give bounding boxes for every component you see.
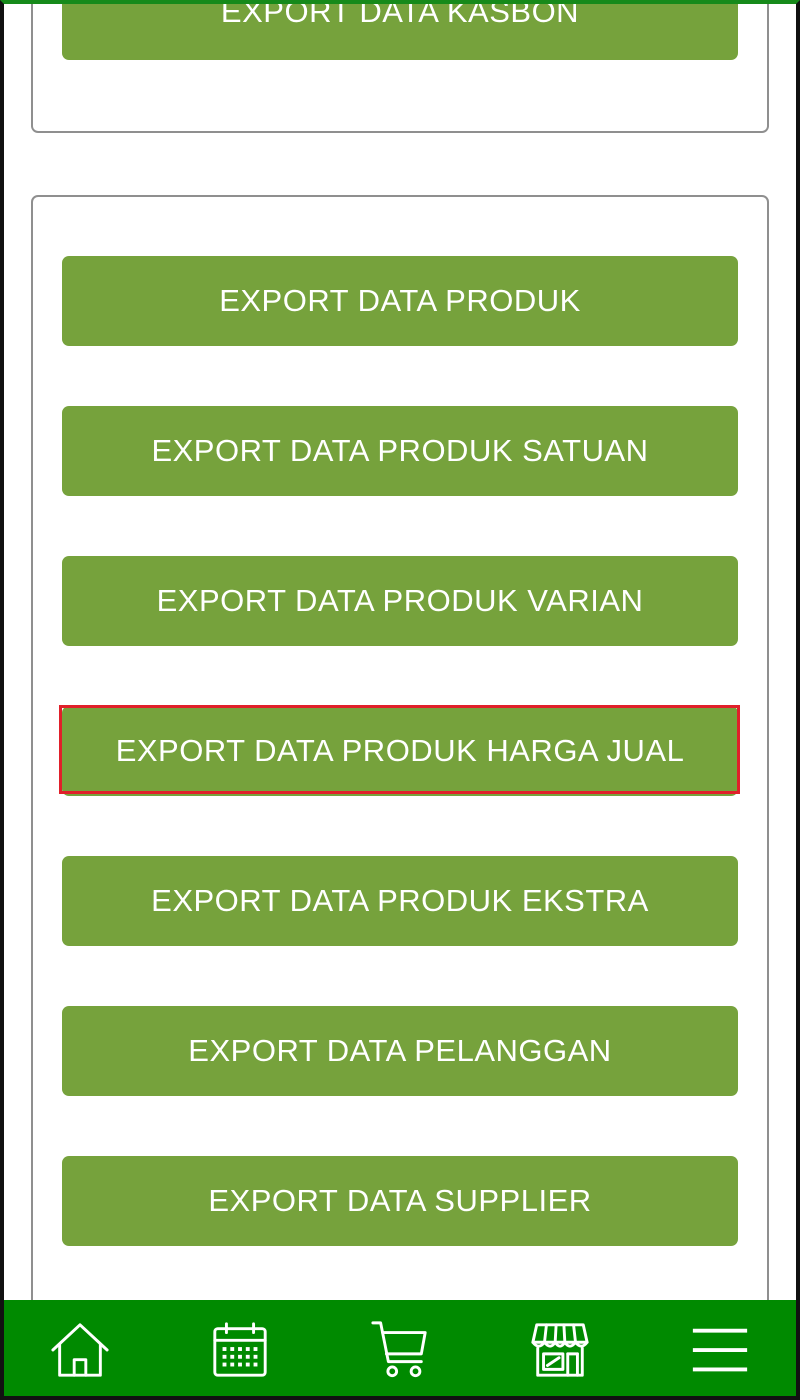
export-produk-label: EXPORT DATA PRODUK — [219, 283, 581, 318]
bottom-navigation — [0, 1300, 800, 1400]
home-icon — [51, 1323, 109, 1377]
nav-store[interactable] — [480, 1300, 640, 1400]
export-produk-ekstra-button[interactable]: EXPORT DATA PRODUK EKSTRA — [62, 856, 738, 946]
cart-icon — [371, 1321, 427, 1378]
export-supplier-button[interactable]: EXPORT DATA SUPPLIER — [62, 1156, 738, 1246]
nav-calendar[interactable] — [160, 1300, 320, 1400]
export-pelanggan-button[interactable]: EXPORT DATA PELANGGAN — [62, 1006, 738, 1096]
store-icon — [531, 1323, 589, 1377]
export-produk-button[interactable]: EXPORT DATA PRODUK — [62, 256, 738, 346]
export-produk-satuan-label: EXPORT DATA PRODUK SATUAN — [151, 433, 649, 468]
export-produk-varian-button[interactable]: EXPORT DATA PRODUK VARIAN — [62, 556, 738, 646]
export-produk-ekstra-label: EXPORT DATA PRODUK EKSTRA — [151, 883, 649, 918]
export-produk-harga-jual-label: EXPORT DATA PRODUK HARGA JUAL — [115, 733, 685, 768]
nav-menu[interactable] — [640, 1300, 800, 1400]
export-kasbon-button[interactable]: EXPORT DATA KASBON — [62, 0, 738, 60]
export-produk-harga-jual-button[interactable]: EXPORT DATA PRODUK HARGA JUAL — [62, 706, 738, 796]
export-produk-satuan-button[interactable]: EXPORT DATA PRODUK SATUAN — [62, 406, 738, 496]
calendar-icon — [213, 1322, 267, 1377]
export-kasbon-label: EXPORT DATA KASBON — [220, 0, 580, 29]
export-pelanggan-label: EXPORT DATA PELANGGAN — [188, 1033, 612, 1068]
menu-icon — [692, 1328, 748, 1372]
export-produk-varian-label: EXPORT DATA PRODUK VARIAN — [156, 583, 644, 618]
nav-cart[interactable] — [320, 1300, 480, 1400]
export-supplier-label: EXPORT DATA SUPPLIER — [208, 1183, 592, 1218]
nav-home[interactable] — [0, 1300, 160, 1400]
